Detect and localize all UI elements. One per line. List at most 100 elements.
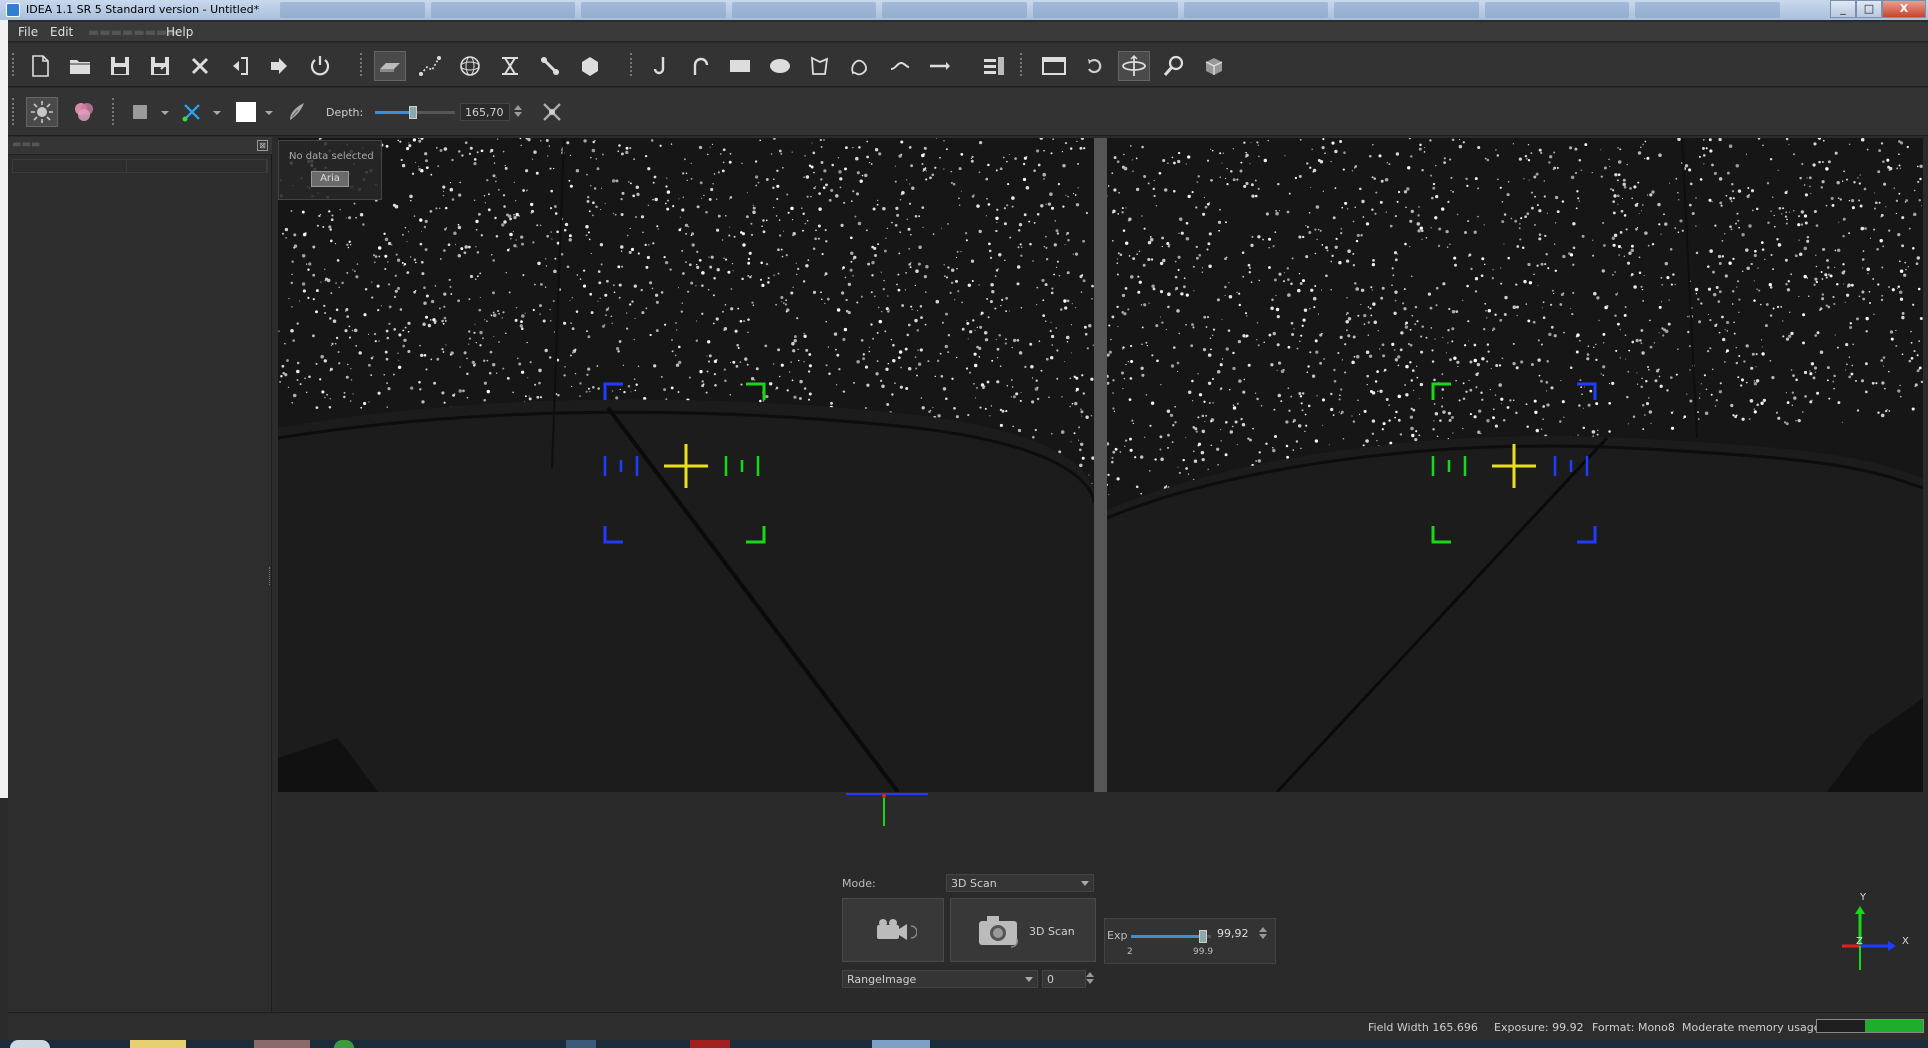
rectangle-icon[interactable]	[724, 51, 756, 81]
exposure-slider[interactable]	[1131, 930, 1211, 943]
pin-icon[interactable]: ⊠	[257, 140, 268, 151]
no-data-button[interactable]: Aria	[311, 171, 349, 187]
rotate-icon[interactable]	[1078, 51, 1110, 81]
chevron-down-icon[interactable]	[158, 97, 172, 127]
right-camera-viewport[interactable]	[1107, 138, 1923, 792]
hook-icon[interactable]	[644, 51, 676, 81]
desktop-edge	[0, 20, 8, 798]
axis-x-label: X	[1902, 936, 1909, 947]
range-index-value: 0	[1047, 973, 1054, 986]
toolbar-separator	[360, 53, 363, 76]
maximize-button[interactable]: □	[1856, 0, 1882, 18]
range-image-select[interactable]: RangeImage	[842, 970, 1038, 988]
background-color-icon[interactable]	[230, 97, 262, 127]
exposure-slider-handle[interactable]	[1199, 930, 1207, 943]
line-tool-icon[interactable]	[884, 51, 916, 81]
new-file-icon[interactable]	[24, 51, 56, 81]
calibration-tool-icon[interactable]	[536, 97, 568, 127]
brush-icon[interactable]	[282, 97, 314, 127]
axis-y-label: Y	[1860, 892, 1867, 903]
os-taskbar	[0, 1040, 1928, 1048]
fill-square-icon[interactable]	[124, 97, 156, 127]
open-folder-icon[interactable]	[64, 51, 96, 81]
panel-splitter[interactable]	[269, 567, 273, 585]
range-index-field[interactable]: 0	[1042, 970, 1086, 988]
chevron-down-icon[interactable]	[210, 97, 224, 127]
window-icon[interactable]	[1038, 51, 1070, 81]
viewport-divider[interactable]	[1094, 138, 1107, 792]
status-format: Format: Mono8	[1592, 1021, 1675, 1034]
toolbar-grip[interactable]	[12, 53, 15, 76]
viewport-axis-indicator	[846, 793, 928, 826]
range-index-spinner[interactable]	[1084, 970, 1096, 988]
redo-icon[interactable]	[264, 51, 296, 81]
close-button[interactable]: X	[1882, 0, 1926, 18]
depth-label: Depth:	[326, 106, 364, 119]
delete-icon[interactable]	[184, 51, 216, 81]
mesh-ball-icon[interactable]	[454, 51, 486, 81]
mode-label: Mode:	[842, 877, 876, 890]
exposure-label: Exp	[1107, 929, 1128, 942]
window-title: IDEA 1.1 SR 5 Standard version - Untitle…	[26, 3, 260, 16]
mode-select[interactable]: 3D Scan	[946, 874, 1094, 892]
3d-scan-button[interactable]: 3D Scan	[950, 898, 1096, 962]
undo-icon[interactable]	[224, 51, 256, 81]
chevron-down-icon	[1081, 881, 1089, 886]
menu-edit[interactable]: Edit	[50, 25, 73, 39]
camera-icon	[979, 916, 1019, 948]
memory-usage-fill	[1864, 1020, 1923, 1032]
window-controls: _ □ X	[1830, 0, 1926, 18]
video-button[interactable]	[842, 898, 944, 962]
exposure-panel: Exp 99,92 2 99.9	[1104, 918, 1276, 964]
menu-file[interactable]: File	[18, 25, 38, 39]
tools-icon[interactable]	[534, 51, 566, 81]
depth-spinner[interactable]	[512, 103, 524, 121]
curve-icon[interactable]	[684, 51, 716, 81]
app-icon	[6, 3, 20, 17]
title-bar: IDEA 1.1 SR 5 Standard version - Untitle…	[0, 0, 1928, 20]
list-icon[interactable]	[978, 51, 1010, 81]
toolbar-separator	[630, 53, 633, 76]
toolbar-grip[interactable]	[12, 98, 15, 125]
axis-color-icon[interactable]	[176, 97, 208, 127]
depth-slider[interactable]	[375, 106, 455, 119]
menu-help[interactable]: Help	[166, 25, 193, 39]
lasso-icon[interactable]	[804, 51, 836, 81]
arrow-line-icon[interactable]	[924, 51, 956, 81]
polygon-icon[interactable]	[574, 51, 606, 81]
depth-slider-fill	[375, 111, 409, 114]
color-mix-icon[interactable]	[68, 97, 100, 127]
scan-layer-icon[interactable]	[374, 51, 406, 81]
freeform-icon[interactable]	[844, 51, 876, 81]
exposure-spinner[interactable]	[1257, 925, 1269, 943]
exposure-max: 99.9	[1193, 947, 1214, 957]
depth-slider-handle[interactable]	[408, 106, 417, 119]
minimize-button[interactable]: _	[1830, 0, 1856, 18]
toolbar-separator	[1020, 53, 1023, 76]
exposure-min: 2	[1127, 947, 1133, 957]
power-icon[interactable]	[304, 51, 336, 81]
save-icon[interactable]	[104, 51, 136, 81]
chevron-down-icon[interactable]	[262, 97, 276, 127]
background-taskbar-tabs	[280, 2, 1780, 18]
no-data-text: No data selected	[289, 151, 374, 162]
exposure-slider-fill	[1131, 935, 1203, 938]
status-exposure: Exposure: 99.92	[1494, 1021, 1584, 1034]
depth-value-field[interactable]: 165,70	[460, 103, 510, 121]
ellipse-icon[interactable]	[764, 51, 796, 81]
light-icon[interactable]	[26, 97, 58, 127]
video-camera-icon	[877, 919, 917, 940]
menu-bar: File Edit ▬▬▬▬▬▬▬▬ Help	[8, 22, 1928, 42]
status-field-width: Field Width 165.696	[1368, 1021, 1478, 1034]
align-icon[interactable]	[494, 51, 526, 81]
exposure-value[interactable]: 99,92	[1217, 927, 1249, 940]
left-camera-viewport[interactable]	[278, 138, 1094, 792]
save-as-icon[interactable]	[144, 51, 176, 81]
orbit-icon[interactable]	[1118, 51, 1150, 81]
points-icon[interactable]	[414, 51, 446, 81]
box-view-icon[interactable]	[1198, 51, 1230, 81]
range-image-select-value: RangeImage	[847, 973, 917, 986]
zoom-icon[interactable]	[1158, 51, 1190, 81]
left-panel: ▬▬▬ ⊠	[8, 137, 272, 1017]
status-bar: Field Width 165.696 Exposure: 99.92 Form…	[8, 1012, 1928, 1040]
